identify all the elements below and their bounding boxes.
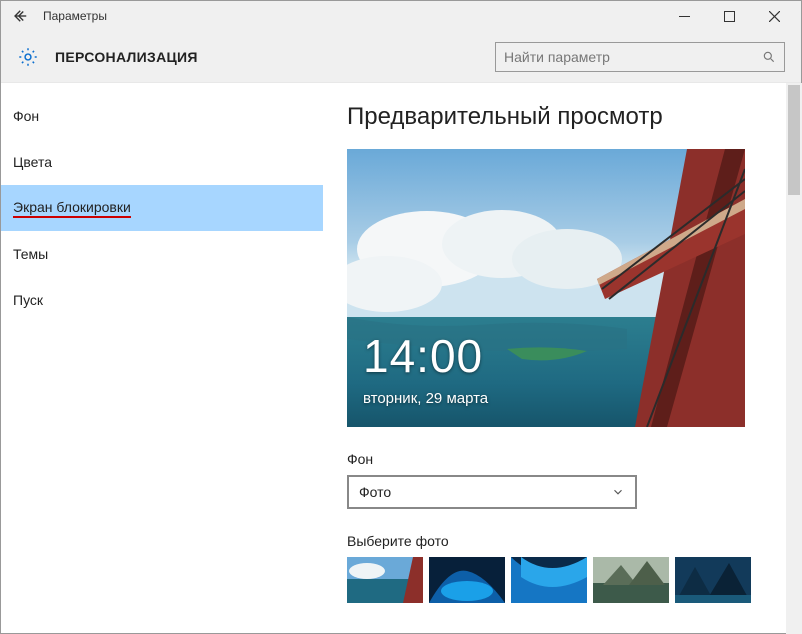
sidebar-item-label: Цвета: [13, 154, 52, 170]
search-icon: [762, 50, 776, 64]
close-icon: [769, 11, 780, 22]
preview-heading: Предварительный просмотр: [347, 103, 777, 131]
window-title: Параметры: [43, 9, 107, 23]
sidebar: Фон Цвета Экран блокировки Темы Пуск: [1, 83, 323, 633]
scrollbar-thumb[interactable]: [788, 85, 800, 195]
gear-icon: [17, 46, 39, 68]
sidebar-item-label: Экран блокировки: [13, 199, 131, 218]
background-dropdown[interactable]: Фото: [347, 475, 637, 509]
thumb-3[interactable]: [511, 557, 587, 603]
thumb-1[interactable]: [347, 557, 423, 603]
back-button[interactable]: [5, 2, 37, 30]
sidebar-item-themes[interactable]: Темы: [1, 231, 323, 277]
settings-window: Параметры ПЕРСОНАЛИЗАЦИЯ Фон Цвета Экран…: [0, 0, 802, 634]
search-input[interactable]: [504, 49, 762, 65]
sidebar-item-label: Пуск: [13, 292, 43, 308]
page-title: ПЕРСОНАЛИЗАЦИЯ: [55, 49, 198, 65]
titlebar: Параметры: [1, 1, 801, 31]
maximize-button[interactable]: [707, 2, 752, 30]
background-label: Фон: [347, 451, 777, 467]
lockscreen-preview: 14:00 вторник, 29 марта: [347, 149, 745, 427]
arrow-left-icon: [12, 7, 30, 25]
close-button[interactable]: [752, 2, 797, 30]
sidebar-item-background[interactable]: Фон: [1, 93, 323, 139]
scrollbar[interactable]: [786, 83, 802, 634]
thumb-2[interactable]: [429, 557, 505, 603]
minimize-button[interactable]: [662, 2, 707, 30]
header: ПЕРСОНАЛИЗАЦИЯ: [1, 31, 801, 83]
sidebar-item-lockscreen[interactable]: Экран блокировки: [1, 185, 323, 231]
choose-photo-label: Выберите фото: [347, 533, 777, 549]
thumb-5[interactable]: [675, 557, 751, 603]
thumb-4[interactable]: [593, 557, 669, 603]
sidebar-item-label: Темы: [13, 246, 48, 262]
photo-thumbnails: [347, 557, 777, 603]
lock-time: 14:00: [363, 329, 483, 383]
preview-image: [347, 149, 745, 427]
chevron-down-icon: [611, 485, 625, 499]
lock-date: вторник, 29 марта: [363, 390, 488, 407]
sidebar-item-colors[interactable]: Цвета: [1, 139, 323, 185]
search-box[interactable]: [495, 42, 785, 72]
main-panel: Предварительный просмотр: [323, 83, 801, 633]
maximize-icon: [724, 11, 735, 22]
sidebar-item-label: Фон: [13, 108, 39, 124]
minimize-icon: [679, 11, 690, 22]
sidebar-item-start[interactable]: Пуск: [1, 277, 323, 323]
dropdown-value: Фото: [359, 484, 391, 500]
content-body: Фон Цвета Экран блокировки Темы Пуск Пре…: [1, 83, 801, 633]
